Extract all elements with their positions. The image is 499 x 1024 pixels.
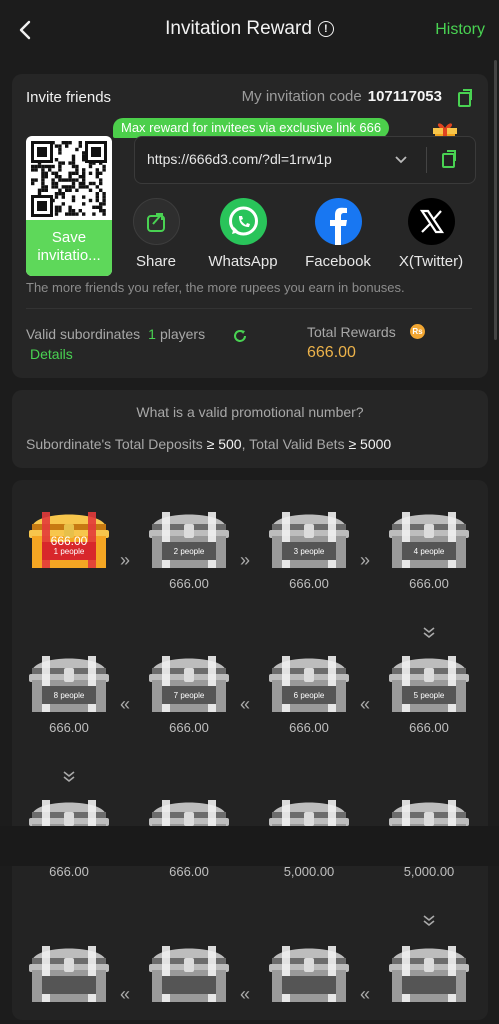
copy-link-icon[interactable] [442, 150, 456, 168]
arrow-left-icon: « [240, 984, 251, 1004]
invite-title: Invite friends [26, 89, 112, 106]
arrow-left-icon: « [120, 984, 131, 1004]
chest-amount: 5,000.00 [283, 864, 335, 879]
link-divider [426, 147, 427, 173]
chest-amount: 666.00 [169, 576, 209, 591]
x-label: X(Twitter) [398, 253, 464, 270]
svg-text:8 people: 8 people [54, 691, 85, 700]
promo-info-card: What is a valid promotional number? Subo… [12, 390, 488, 468]
reward-chest[interactable] [146, 936, 232, 1010]
overlay-bar [0, 826, 499, 866]
reward-chest[interactable]: 1 people 666.00 [26, 502, 112, 572]
share-item-share[interactable]: Share [112, 198, 200, 270]
copy-code-icon[interactable] [458, 89, 472, 107]
bet-condition-value: ≥ 5000 [348, 436, 392, 452]
refresh-icon[interactable] [232, 328, 248, 344]
chest-amount: 666.00 [169, 864, 209, 879]
total-rewards-label: Total Rewards [307, 324, 396, 340]
page-title-text: Invitation Reward [165, 18, 312, 39]
share-label: Share [135, 253, 177, 270]
rupee-icon: Rs [410, 324, 425, 339]
arrow-left-icon: « [360, 694, 371, 714]
chest-amount: 5,000.00 [403, 864, 455, 879]
chest-amount: 666.00 [409, 720, 449, 735]
valid-subordinates-label: Valid subordinates [26, 326, 141, 342]
chest-amount: 666.00 [289, 576, 329, 591]
deposit-condition-value: ≥ 500 [206, 436, 242, 452]
referral-note: The more friends you refer, the more rup… [26, 280, 405, 295]
share-item-facebook[interactable]: Facebook [294, 198, 382, 270]
chevron-down-icon[interactable] [393, 151, 409, 167]
valid-subordinates-row: Valid subordinates 1 players [26, 326, 205, 342]
reward-chest[interactable]: 6 people 666.00 [266, 646, 352, 735]
deposit-condition-label: Subordinate's Total Deposits [26, 436, 203, 452]
details-link[interactable]: Details [30, 346, 73, 362]
valid-subordinates-count: 1 [148, 326, 156, 342]
save-invitation-button[interactable]: Save invitatio... [26, 220, 112, 276]
invitation-code-row: My invitation code 107117053 [242, 88, 442, 105]
whatsapp-label: WhatsApp [208, 253, 278, 270]
invite-card: Invite friends My invitation code 1071170… [12, 74, 488, 378]
history-link[interactable]: History [435, 21, 485, 39]
arrow-left-icon: « [240, 694, 251, 714]
arrow-down-icon [63, 771, 75, 783]
reward-chest[interactable]: 8 people 666.00 [26, 646, 112, 735]
reward-chest[interactable] [26, 936, 112, 1010]
share-item-whatsapp[interactable]: WhatsApp [199, 198, 287, 270]
divider [26, 308, 472, 309]
total-rewards-value: 666.00 [307, 344, 356, 361]
arrow-down-icon [423, 915, 435, 927]
reward-chest[interactable]: 3 people 666.00 [266, 502, 352, 591]
promo-question: What is a valid promotional number? [136, 404, 364, 420]
qr-code-image [31, 141, 107, 217]
arrow-right-icon: » [360, 550, 371, 570]
reward-chests-panel: 1 people 666.00 2 people 666.00 3 people… [12, 480, 488, 1020]
arrow-down-icon [423, 627, 435, 639]
chest-amount: 666.00 [49, 720, 89, 735]
share-item-x[interactable]: X(Twitter) [387, 198, 475, 270]
reward-chest[interactable]: 4 people 666.00 [386, 502, 472, 591]
svg-text:7 people: 7 people [174, 691, 205, 700]
reward-chest[interactable]: 2 people 666.00 [146, 502, 232, 591]
arrow-right-icon: » [120, 550, 131, 570]
reward-tip-banner: Max reward for invitees via exclusive li… [113, 118, 390, 138]
bet-condition-label: Total Valid Bets [249, 436, 345, 452]
invitation-code-label: My invitation code [241, 88, 362, 105]
invite-link-field[interactable]: https://666d3.com/?dl=1rrw1p [134, 136, 476, 184]
reward-chest[interactable] [266, 936, 352, 1010]
valid-subordinates-unit: players [159, 326, 206, 342]
chest-amount: 666.00 [289, 720, 329, 735]
promo-conditions: Subordinate's Total Deposits ≥ 500, Tota… [26, 436, 391, 452]
svg-text:6 people: 6 people [294, 691, 325, 700]
whatsapp-icon[interactable] [219, 198, 267, 245]
scrollbar[interactable] [494, 60, 497, 340]
invite-link-text: https://666d3.com/?dl=1rrw1p [147, 151, 332, 167]
separator: , [241, 436, 250, 452]
facebook-icon[interactable] [314, 198, 362, 245]
chest-amount: 666.00 [50, 534, 88, 548]
reward-chest[interactable]: 5 people 666.00 [386, 646, 472, 735]
invitation-code-value: 107117053 [367, 88, 442, 105]
x-icon[interactable] [407, 198, 455, 245]
facebook-label: Facebook [305, 253, 371, 270]
svg-text:3 people: 3 people [294, 547, 325, 556]
arrow-right-icon: » [240, 550, 251, 570]
reward-chest[interactable]: 7 people 666.00 [146, 646, 232, 735]
top-bar: Invitation Reward! History [0, 0, 499, 60]
page-title: Invitation Reward! [0, 18, 499, 40]
qr-code-card: Save invitatio... [26, 136, 112, 276]
svg-text:2 people: 2 people [174, 547, 205, 556]
arrow-left-icon: « [360, 984, 371, 1004]
svg-text:4 people: 4 people [414, 547, 445, 556]
chest-amount: 666.00 [169, 720, 209, 735]
reward-chest[interactable] [386, 936, 472, 1010]
info-icon[interactable]: ! [317, 21, 334, 37]
chest-amount: 666.00 [409, 576, 449, 591]
arrow-left-icon: « [120, 694, 131, 714]
svg-text:5 people: 5 people [414, 691, 445, 700]
svg-text:1 people: 1 people [54, 547, 85, 556]
share-icon[interactable] [132, 198, 180, 245]
chest-amount: 666.00 [49, 864, 89, 879]
